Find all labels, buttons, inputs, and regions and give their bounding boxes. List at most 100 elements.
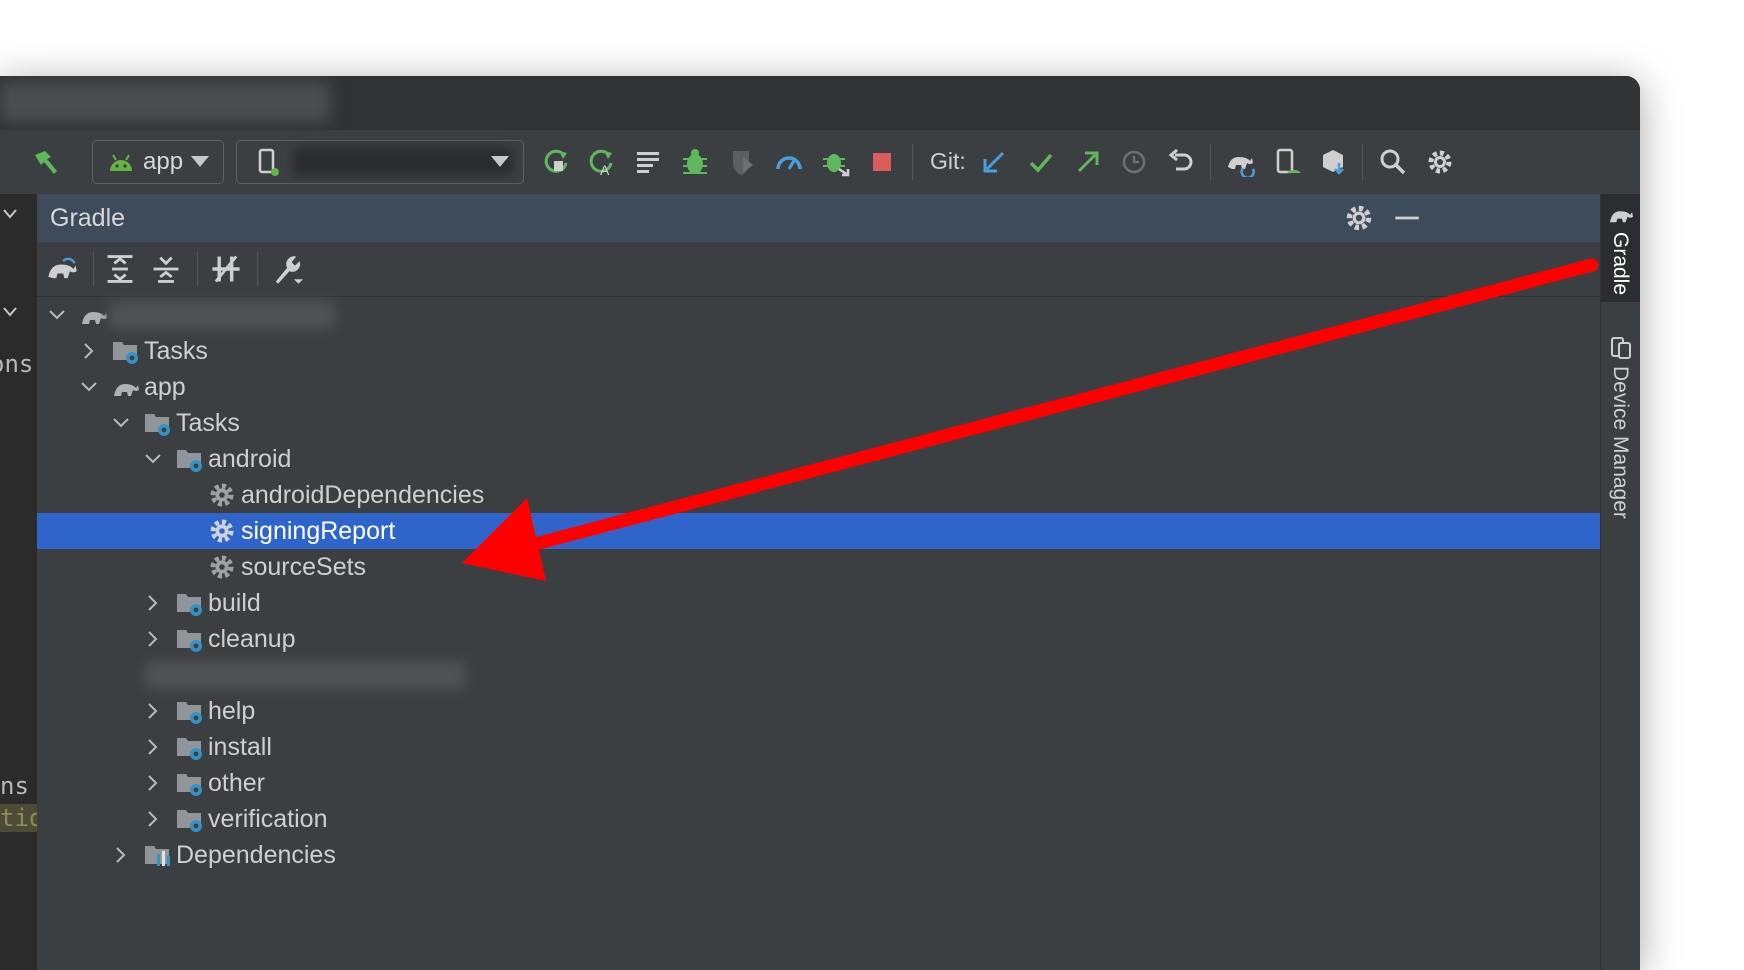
chevron-right-icon[interactable] bbox=[143, 629, 163, 649]
git-push-icon[interactable] bbox=[1070, 144, 1106, 180]
chevron-right-icon[interactable] bbox=[111, 845, 131, 865]
apply-changes-restart-icon[interactable] bbox=[538, 144, 574, 180]
device-manager-icon[interactable] bbox=[1270, 144, 1306, 180]
chevron-right-icon[interactable] bbox=[143, 737, 163, 757]
chevron-down-icon[interactable] bbox=[111, 413, 131, 433]
debug-bug-icon[interactable] bbox=[677, 144, 713, 180]
git-label: Git: bbox=[930, 148, 966, 174]
chevron-right-icon[interactable] bbox=[79, 341, 99, 361]
reload-gradle-elephant-icon[interactable] bbox=[45, 252, 79, 286]
chevron-down-icon[interactable] bbox=[2, 206, 18, 222]
left-text-fragment: ns bbox=[0, 772, 29, 800]
device-manager-side-tab[interactable]: Device Manager bbox=[1601, 334, 1640, 534]
chevron-down-icon[interactable] bbox=[143, 449, 163, 469]
run-configuration-label: app bbox=[143, 148, 184, 175]
tree-item-label: help bbox=[208, 696, 256, 725]
chevron-down-icon[interactable] bbox=[2, 304, 18, 320]
tree-row-source-sets[interactable]: sourceSets bbox=[37, 549, 1600, 585]
chevron-right-icon[interactable] bbox=[143, 773, 163, 793]
expand-all-icon[interactable] bbox=[103, 252, 137, 286]
gradle-task-tree: Tasks app Tasks android androidDependenc… bbox=[37, 297, 1600, 970]
attach-debugger-icon[interactable] bbox=[818, 144, 854, 180]
svg-text:A: A bbox=[600, 162, 610, 177]
tree-row-other[interactable]: other bbox=[37, 765, 1600, 801]
run-tasks-icon[interactable] bbox=[631, 144, 667, 180]
task-folder-gear-icon bbox=[113, 342, 138, 364]
title-bar bbox=[0, 76, 1640, 130]
tree-item-label: verification bbox=[208, 804, 328, 833]
task-gear-icon bbox=[210, 555, 234, 579]
coverage-shield-icon[interactable] bbox=[724, 144, 760, 180]
tree-row-tasks[interactable]: Tasks bbox=[37, 333, 1600, 369]
blurred-project-name bbox=[109, 301, 335, 329]
gradle-elephant-icon bbox=[114, 384, 139, 396]
tree-row-help[interactable]: help bbox=[37, 693, 1600, 729]
tree-item-label: androidDependencies bbox=[241, 480, 485, 509]
tree-row-install[interactable]: install bbox=[37, 729, 1600, 765]
tree-row-build[interactable]: build bbox=[37, 585, 1600, 621]
chevron-right-icon[interactable] bbox=[143, 701, 163, 721]
toolbar-separator bbox=[197, 252, 198, 286]
git-update-icon[interactable] bbox=[976, 144, 1012, 180]
hide-panel-minus-icon[interactable] bbox=[1391, 202, 1423, 234]
blurred-window-title bbox=[0, 82, 330, 122]
tree-row-signing-report[interactable]: signingReport bbox=[37, 513, 1600, 549]
toolbar-separator bbox=[1362, 144, 1363, 180]
task-folder-gear-icon bbox=[177, 810, 202, 832]
rollback-undo-icon[interactable] bbox=[1163, 144, 1199, 180]
chevron-down-icon bbox=[491, 156, 509, 167]
tree-row-dependencies[interactable]: Dependencies bbox=[37, 837, 1600, 873]
task-folder-gear-icon bbox=[177, 774, 202, 796]
tree-row-blurred[interactable] bbox=[37, 657, 1600, 693]
gradle-side-tab[interactable]: Gradle bbox=[1601, 194, 1640, 302]
build-hammer-icon[interactable] bbox=[28, 144, 64, 180]
run-configuration-combo[interactable]: app bbox=[92, 140, 224, 184]
toggle-offline-mode-icon[interactable] bbox=[209, 252, 243, 286]
chevron-right-icon[interactable] bbox=[143, 809, 163, 829]
tree-item-label: sourceSets bbox=[241, 552, 367, 581]
collapse-all-icon[interactable] bbox=[149, 252, 183, 286]
left-editor-strip: ons ns tio bbox=[0, 194, 44, 970]
task-gear-icon bbox=[210, 519, 234, 543]
task-folder-gear-icon bbox=[177, 594, 202, 616]
tree-row-app[interactable]: app bbox=[37, 369, 1600, 405]
git-commit-check-icon[interactable] bbox=[1023, 144, 1059, 180]
tree-item-label: signingReport bbox=[241, 516, 396, 545]
left-text-fragment: ons bbox=[0, 350, 34, 378]
tree-row-root-project[interactable] bbox=[37, 297, 1600, 333]
gradle-sync-icon[interactable] bbox=[1222, 144, 1258, 180]
blurred-tree-item bbox=[145, 661, 465, 689]
tree-item-label: install bbox=[208, 732, 272, 761]
settings-gear-icon[interactable] bbox=[1422, 144, 1458, 180]
search-icon[interactable] bbox=[1375, 144, 1411, 180]
tree-row-android-dependencies[interactable]: androidDependencies bbox=[37, 477, 1600, 513]
toolbar-separator bbox=[912, 144, 913, 180]
chevron-down-icon[interactable] bbox=[79, 377, 99, 397]
toolbar-separator bbox=[257, 252, 258, 286]
tree-item-label: android bbox=[208, 444, 292, 473]
tree-row-app-tasks[interactable]: Tasks bbox=[37, 405, 1600, 441]
sdk-manager-icon[interactable] bbox=[1316, 144, 1352, 180]
panel-settings-gear-icon[interactable] bbox=[1343, 202, 1375, 234]
android-icon bbox=[107, 151, 135, 173]
device-selector-combo[interactable] bbox=[236, 140, 524, 184]
main-toolbar: app A Git: bbox=[0, 130, 1640, 194]
history-clock-icon[interactable] bbox=[1116, 144, 1152, 180]
tree-row-android[interactable]: android bbox=[37, 441, 1600, 477]
tree-row-verification[interactable]: verification bbox=[37, 801, 1600, 837]
apply-code-changes-icon[interactable]: A bbox=[583, 144, 619, 180]
tree-row-cleanup[interactable]: cleanup bbox=[37, 621, 1600, 657]
task-folder-gear-icon bbox=[177, 450, 202, 472]
build-tool-settings-wrench-icon[interactable] bbox=[269, 252, 303, 286]
stop-icon[interactable] bbox=[864, 144, 900, 180]
chevron-down-icon bbox=[191, 156, 209, 167]
profiler-gauge-icon[interactable] bbox=[771, 144, 807, 180]
chevron-right-icon[interactable] bbox=[143, 593, 163, 613]
ide-window: app A Git: o bbox=[0, 76, 1640, 970]
chevron-down-icon[interactable] bbox=[47, 305, 67, 325]
task-folder-gear-icon bbox=[177, 738, 202, 760]
tree-item-label: other bbox=[208, 768, 265, 797]
device-manager-icon bbox=[1611, 337, 1631, 359]
task-gear-icon bbox=[210, 483, 234, 507]
blurred-device-name bbox=[293, 147, 513, 175]
